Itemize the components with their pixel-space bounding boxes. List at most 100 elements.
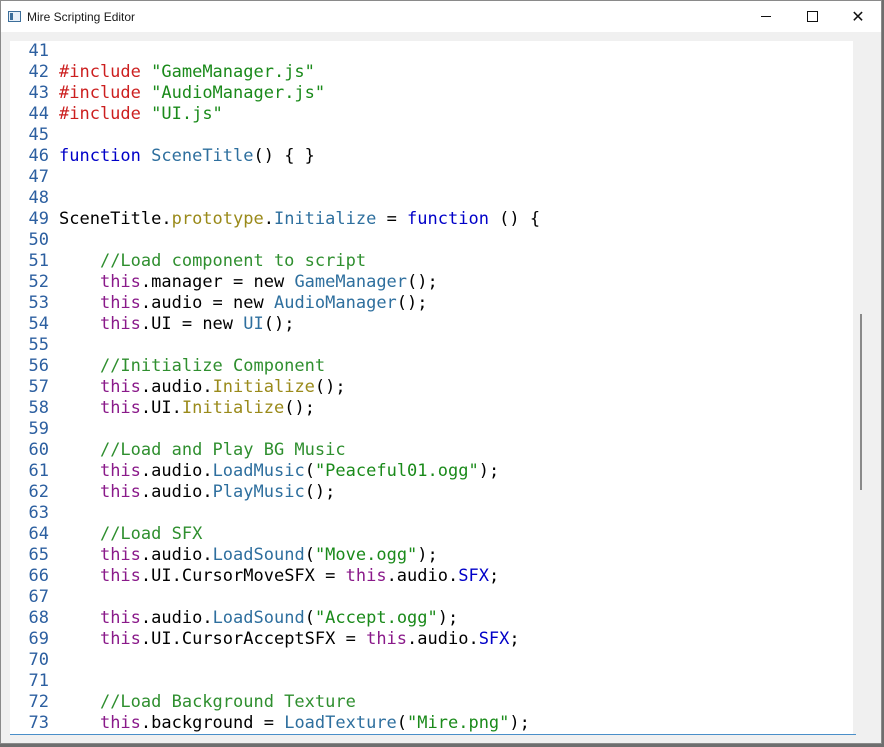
line-number: 70 <box>28 650 49 670</box>
code-token: .audio. <box>407 629 479 649</box>
code-line[interactable]: 66 this.UI.CursorMoveSFX = this.audio.SF… <box>10 566 853 587</box>
code-token: SceneTitle <box>151 146 254 166</box>
code-line[interactable]: 42 #include "GameManager.js" <box>10 62 853 83</box>
line-number: 42 <box>28 62 49 82</box>
code-line[interactable]: 50 <box>10 230 853 251</box>
code-line[interactable]: 54 this.UI = new UI(); <box>10 314 853 335</box>
code-line[interactable]: 44 #include "UI.js" <box>10 104 853 125</box>
code-line[interactable]: 65 this.audio.LoadSound("Move.ogg"); <box>10 545 853 566</box>
line-number: 68 <box>28 608 49 628</box>
code-line[interactable]: 63 <box>10 503 853 524</box>
code-line[interactable]: 56 //Initialize Component <box>10 356 853 377</box>
code-line[interactable]: 58 this.UI.Initialize(); <box>10 398 853 419</box>
code-line[interactable]: 49 SceneTitle.prototype.Initialize = func… <box>10 209 853 230</box>
code-text: this.audio = new AudioManager(); <box>59 293 853 314</box>
code-line[interactable]: 73 this.background = LoadTexture("Mire.p… <box>10 713 853 734</box>
line-number: 62 <box>28 482 49 502</box>
code-line[interactable]: 59 <box>10 419 853 440</box>
code-token: . <box>263 209 274 229</box>
code-token: ; <box>509 629 520 649</box>
code-line[interactable]: 51 //Load component to script <box>10 251 853 272</box>
code-editor[interactable]: 41 42 #include "GameManager.js" 43 #include … <box>10 41 853 734</box>
code-line[interactable]: 48 <box>10 188 853 209</box>
code-token: UI <box>243 314 264 334</box>
code-text: #include "UI.js" <box>59 104 853 125</box>
line-number: 55 <box>28 335 49 355</box>
code-text: this.UI.Initialize(); <box>59 398 853 419</box>
code-text: this.background = LoadTexture("Mire.png"… <box>59 713 853 734</box>
code-line[interactable]: 55 <box>10 335 853 356</box>
code-line[interactable]: 71 <box>10 671 853 692</box>
code-line[interactable]: 60 //Load and Play BG Music <box>10 440 853 461</box>
line-number: 45 <box>28 125 49 145</box>
code-line[interactable]: 47 <box>10 167 853 188</box>
window-controls: ✕ <box>743 1 881 32</box>
minimize-button[interactable] <box>743 1 789 32</box>
code-line[interactable]: 46 function SceneTitle() { } <box>10 146 853 167</box>
code-token: "Peaceful01.ogg" <box>314 461 479 481</box>
scrollbar-thumb[interactable] <box>860 314 862 490</box>
close-button[interactable]: ✕ <box>835 1 881 32</box>
code-token: #include <box>59 104 141 124</box>
code-text: this.audio.LoadMusic("Peaceful01.ogg"); <box>59 461 853 482</box>
code-token: .audio = new <box>140 293 274 313</box>
maximize-icon <box>806 11 818 22</box>
code-lines[interactable]: 41 42 #include "GameManager.js" 43 #include … <box>10 41 853 734</box>
code-line[interactable]: 68 this.audio.LoadSound("Accept.ogg"); <box>10 608 853 629</box>
line-number: 64 <box>28 524 49 544</box>
code-token: GameManager <box>294 272 408 292</box>
code-token: SceneTitle. <box>59 209 172 229</box>
code-token: Initialize <box>273 209 377 229</box>
code-token: "UI.js" <box>151 104 223 124</box>
code-line[interactable]: 57 this.audio.Initialize(); <box>10 377 853 398</box>
editor-window: Mire Scripting Editor ✕ 41 42 #include "Ga… <box>0 0 882 744</box>
line-number: 53 <box>28 293 49 313</box>
maximize-button[interactable] <box>789 1 835 32</box>
code-token: //Load Background Texture <box>99 692 356 712</box>
window-title: Mire Scripting Editor <box>27 9 136 24</box>
code-token: function <box>59 146 141 166</box>
code-line[interactable]: 41 <box>10 41 853 62</box>
code-line[interactable]: 62 this.audio.PlayMusic(); <box>10 482 853 503</box>
code-token: .manager = new <box>140 272 295 292</box>
code-line[interactable]: 69 this.UI.CursorAcceptSFX = this.audio.… <box>10 629 853 650</box>
code-line[interactable]: 53 this.audio = new AudioManager(); <box>10 293 853 314</box>
code-token: .UI.CursorAcceptSFX = <box>140 629 367 649</box>
line-number: 49 <box>28 209 49 229</box>
code-token: Initialize <box>212 377 315 397</box>
code-token: this <box>366 629 408 649</box>
code-line[interactable]: 64 //Load SFX <box>10 524 853 545</box>
line-number: 69 <box>28 629 49 649</box>
code-text: //Initialize Component <box>59 356 853 377</box>
code-line[interactable]: 43 #include "AudioManager.js" <box>10 83 853 104</box>
code-token: this <box>345 566 387 586</box>
code-text: this.manager = new GameManager(); <box>59 272 853 293</box>
code-line[interactable]: 45 <box>10 125 853 146</box>
line-number: 57 <box>28 377 49 397</box>
code-line[interactable]: 61 this.audio.LoadMusic("Peaceful01.ogg"… <box>10 461 853 482</box>
code-token: "Mire.png" <box>407 713 510 733</box>
code-line[interactable]: 67 <box>10 587 853 608</box>
code-token: #include <box>59 62 141 82</box>
code-token: Initialize <box>181 398 285 418</box>
code-line[interactable]: 72 //Load Background Texture <box>10 692 853 713</box>
code-token: .audio. <box>140 461 213 481</box>
code-text: this.audio.PlayMusic(); <box>59 482 853 503</box>
code-line[interactable]: 70 <box>10 650 853 671</box>
vertical-scrollbar[interactable] <box>855 32 867 725</box>
code-token: this <box>99 629 141 649</box>
code-line[interactable]: 52 this.manager = new GameManager(); <box>10 272 853 293</box>
line-number: 72 <box>28 692 49 712</box>
title-bar[interactable]: Mire Scripting Editor ✕ <box>1 1 881 32</box>
code-token: (); <box>407 272 438 292</box>
